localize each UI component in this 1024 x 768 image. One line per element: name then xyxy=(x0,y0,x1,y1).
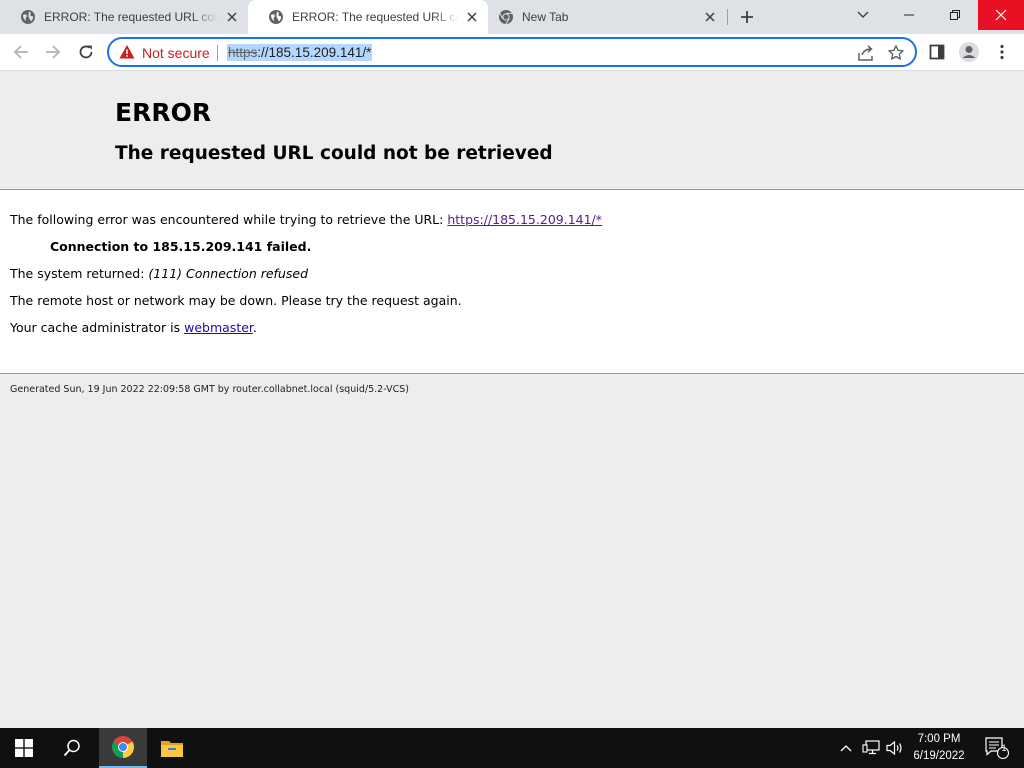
cache-admin-line: Your cache administrator is webmaster. xyxy=(10,320,257,335)
tab-title: ERROR: The requested URL could not be re… xyxy=(44,10,218,24)
system-returned-line: The system returned: (111) Connection re… xyxy=(10,266,308,281)
forward-arrow-icon xyxy=(46,45,61,59)
tab-search-button[interactable] xyxy=(848,0,878,30)
tab-strip: ERROR: The requested URL could not be re… xyxy=(0,0,1024,34)
globe-icon xyxy=(269,10,283,24)
volume-icon xyxy=(886,740,902,756)
close-icon[interactable] xyxy=(464,9,480,25)
close-icon[interactable] xyxy=(224,9,240,25)
browser-toolbar: Not secure https://185.15.209.141/* xyxy=(0,34,1024,71)
taskbar-chrome[interactable] xyxy=(99,728,147,768)
page-content: ERROR The requested URL could not be ret… xyxy=(0,72,1024,728)
system-returned-value: (111) Connection refused xyxy=(148,266,308,281)
menu-button[interactable] xyxy=(989,39,1015,65)
minimize-icon xyxy=(904,14,914,16)
chevron-up-icon xyxy=(840,745,852,752)
new-tab-button[interactable] xyxy=(736,6,758,28)
error-url-link[interactable]: https://185.15.209.141/* xyxy=(447,212,602,227)
tab-title: ERROR: The requested URL could not be re… xyxy=(292,10,458,24)
restore-icon xyxy=(950,10,960,20)
omnibox-divider xyxy=(217,45,218,61)
chevron-down-icon xyxy=(857,11,869,18)
reload-button[interactable] xyxy=(73,39,99,65)
tab-2-active[interactable]: ERROR: The requested URL could not be re… xyxy=(248,0,488,34)
cache-admin-suffix: . xyxy=(252,320,257,335)
side-panel-button[interactable] xyxy=(924,39,950,65)
start-button[interactable] xyxy=(0,728,48,768)
error-subtitle: The requested URL could not be retrieved xyxy=(115,143,553,164)
page-footer: Generated Sun, 19 Jun 2022 22:09:58 GMT … xyxy=(10,384,409,395)
minimize-button[interactable] xyxy=(886,0,932,30)
remote-host-message: The remote host or network may be down. … xyxy=(10,293,462,308)
cache-admin-label: Your cache administrator is xyxy=(10,320,185,335)
error-url-text: The following error was encountered whil… xyxy=(10,212,448,227)
profile-button[interactable] xyxy=(956,39,982,65)
reload-icon xyxy=(79,45,93,59)
tab-title: New Tab xyxy=(522,10,569,24)
search-button[interactable] xyxy=(48,728,96,768)
notification-count: 1 xyxy=(1001,743,1007,753)
back-arrow-icon xyxy=(13,45,28,59)
more-vert-icon xyxy=(1000,44,1004,60)
clock-time: 7:00 PM xyxy=(917,733,961,745)
connection-failed-message: Connection to 185.15.209.141 failed. xyxy=(50,239,312,254)
restore-button[interactable] xyxy=(932,0,978,30)
share-icon[interactable] xyxy=(857,44,875,62)
profile-avatar-icon xyxy=(959,42,979,62)
network-icon xyxy=(862,740,880,755)
error-body: The following error was encountered whil… xyxy=(0,190,1024,374)
error-url-line: The following error was encountered whil… xyxy=(10,212,602,227)
webmaster-link[interactable]: webmaster xyxy=(184,320,253,335)
clock-date: 6/19/2022 xyxy=(913,750,965,762)
url-rest: ://185.15.209.141/* xyxy=(257,45,372,60)
windows-logo-icon xyxy=(15,739,33,757)
back-button[interactable] xyxy=(8,39,34,65)
error-title: ERROR xyxy=(115,98,212,127)
network-button[interactable] xyxy=(858,728,884,768)
system-returned-label: The system returned: xyxy=(10,266,149,281)
close-icon[interactable] xyxy=(702,9,718,25)
volume-button[interactable] xyxy=(884,728,906,768)
forward-button[interactable] xyxy=(40,39,66,65)
security-status[interactable]: Not secure xyxy=(142,45,210,61)
taskbar-file-explorer[interactable] xyxy=(148,728,196,768)
globe-icon xyxy=(21,10,35,24)
close-icon xyxy=(995,9,1007,21)
folder-icon xyxy=(161,741,183,757)
chrome-icon xyxy=(499,10,513,25)
taskbar: 7:00 PM 6/19/2022 1 xyxy=(0,728,1024,768)
search-icon xyxy=(63,739,80,757)
show-hidden-icons-button[interactable] xyxy=(836,728,856,768)
address-bar[interactable]: Not secure https://185.15.209.141/* xyxy=(107,37,917,67)
tab-separator xyxy=(727,9,728,25)
warning-icon[interactable] xyxy=(119,44,135,60)
error-header: ERROR The requested URL could not be ret… xyxy=(0,72,1024,190)
chrome-icon xyxy=(112,736,134,758)
side-panel-icon xyxy=(929,44,945,60)
url-scheme: https xyxy=(228,45,258,60)
tab-3[interactable]: New Tab xyxy=(488,0,726,34)
close-window-button[interactable] xyxy=(978,0,1024,30)
notifications-button[interactable]: 1 xyxy=(978,728,1016,768)
taskbar-clock[interactable]: 7:00 PM 6/19/2022 xyxy=(906,731,972,765)
plus-icon xyxy=(741,11,753,23)
url-text[interactable]: https://185.15.209.141/* xyxy=(227,44,373,61)
tab-1[interactable]: ERROR: The requested URL could not be re… xyxy=(0,0,248,34)
bookmark-star-icon[interactable] xyxy=(887,44,905,62)
